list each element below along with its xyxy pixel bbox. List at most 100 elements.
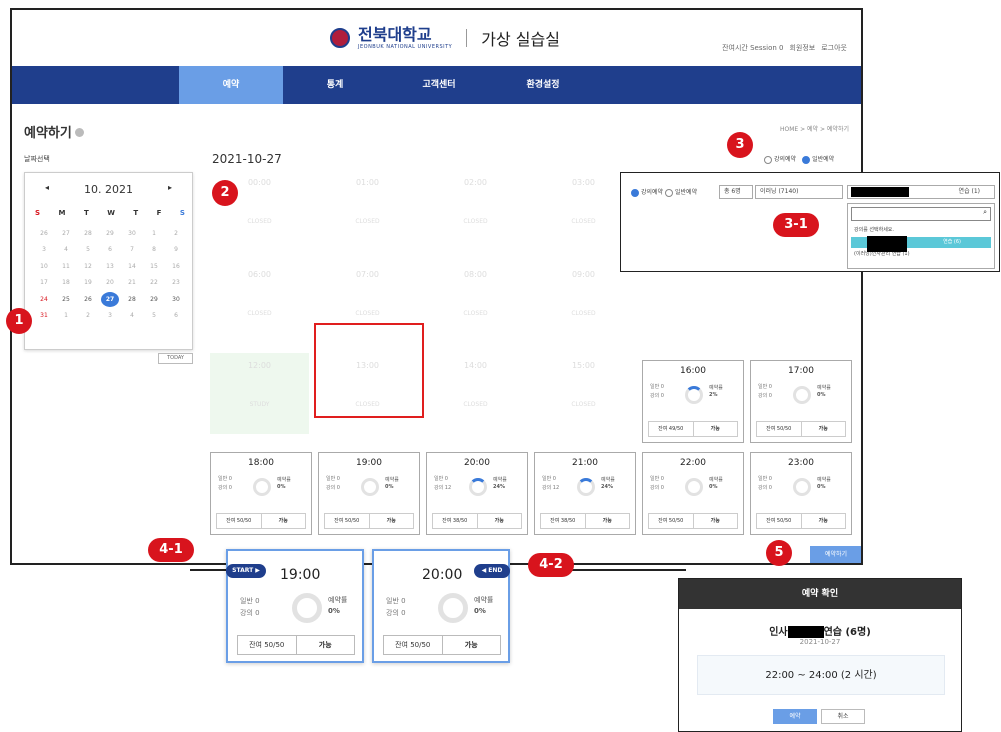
calendar-day[interactable]: 12 (79, 263, 97, 270)
available-button[interactable]: 가능 (370, 514, 414, 528)
time-slot-card[interactable]: 18:00 일반 0 강의 0 예약률 0% 잔여 50/50 가능 (210, 452, 312, 535)
calendar-day[interactable]: 15 (145, 263, 163, 270)
slot-status: CLOSED (571, 310, 596, 317)
session-link[interactable]: 잔여시간 Session 0 (722, 43, 783, 53)
reserve-button[interactable]: 예약하기 (810, 546, 861, 563)
calendar-day[interactable]: 20 (101, 279, 119, 286)
general-count: 일반 0 (386, 597, 406, 605)
calendar-day[interactable]: 28 (79, 230, 97, 237)
slot-time: 14:00 (463, 361, 488, 370)
popup-general-radio[interactable]: 일반예약 (665, 188, 697, 197)
calendar-day[interactable]: 17 (35, 279, 53, 286)
available-button[interactable]: 가능 (443, 636, 501, 654)
room-select[interactable]: 이러닝 (7140) (755, 185, 843, 199)
course-search-input[interactable]: ⌕ (851, 207, 991, 221)
calendar-day[interactable]: 24 (35, 296, 53, 303)
time-slot-card[interactable]: 21:00 일반 0 강의 12 예약률 24% 잔여 38/50 가능 (534, 452, 636, 535)
popup-lecture-radio[interactable]: 강의예약 (631, 188, 664, 197)
calendar-day[interactable]: 3 (35, 246, 53, 253)
available-button[interactable]: 가능 (694, 514, 738, 528)
calendar-day[interactable]: 5 (79, 246, 97, 253)
available-button[interactable]: 가능 (478, 514, 522, 528)
calendar-day[interactable]: 27 (57, 230, 75, 237)
calendar-day[interactable]: 30 (167, 296, 185, 303)
calendar-day[interactable]: 2 (79, 312, 97, 319)
mode-lecture-radio[interactable]: 강의예약 (764, 154, 796, 164)
calendar-day[interactable]: 26 (35, 230, 53, 237)
calendar-day[interactable]: 19 (79, 279, 97, 286)
slot-time: 07:00 (355, 270, 380, 279)
calendar-day[interactable]: 13 (101, 263, 119, 270)
calendar-day[interactable]: 31 (35, 312, 53, 319)
start-slot-card[interactable]: START ▶ 19:00 일반 0 강의 0 예약률 0% 잔여 50/50 가능 (226, 549, 364, 663)
confirm-button[interactable]: 예약 (773, 709, 817, 724)
time-slot-card[interactable]: 19:00 일반 0 강의 0 예약률 0% 잔여 50/50 가능 (318, 452, 420, 535)
lecture-count: 강의 12 (542, 485, 560, 491)
calendar-day[interactable]: 25 (57, 296, 75, 303)
calendar-day[interactable]: 22 (145, 279, 163, 286)
available-button[interactable]: 가능 (802, 514, 846, 528)
next-month-icon[interactable]: ▸ (168, 183, 172, 192)
calendar-day[interactable]: 4 (57, 246, 75, 253)
time-slot-card[interactable]: 22:00 일반 0 강의 0 예약률 0% 잔여 50/50 가능 (642, 452, 744, 535)
calendar-day[interactable]: 28 (123, 296, 141, 303)
calendar-day[interactable]: 8 (145, 246, 163, 253)
slot-time: 21:00 (572, 458, 598, 468)
nav-stats[interactable]: 통계 (283, 66, 387, 104)
calendar-day[interactable]: 6 (101, 246, 119, 253)
slot-footer: 잔여 38/50 가능 (432, 513, 522, 529)
calendar-day[interactable]: 14 (123, 263, 141, 270)
calendar-day[interactable]: 18 (57, 279, 75, 286)
slot-time: 15:00 (571, 361, 596, 370)
calendar-week: 31 1 2 3 4 5 6 (35, 308, 185, 325)
available-button[interactable]: 가능 (262, 514, 306, 528)
calendar-day[interactable]: 4 (123, 312, 141, 319)
time-slot-card[interactable]: 20:00 일반 0 강의 12 예약률 24% 잔여 38/50 가능 (426, 452, 528, 535)
available-button[interactable]: 가능 (297, 636, 355, 654)
profile-link[interactable]: 회원정보 (789, 43, 815, 53)
course-option[interactable]: 강의를 선택하세요. (851, 225, 991, 236)
available-button[interactable]: 가능 (694, 422, 738, 436)
calendar-day[interactable]: 3 (101, 312, 119, 319)
calendar-day[interactable]: 2 (167, 230, 185, 237)
calendar-day[interactable]: 1 (145, 230, 163, 237)
logout-link[interactable]: 로그아웃 (821, 43, 847, 53)
time-slot-card[interactable]: 17:00 일반 0 강의 0 예약률 0% 잔여 50/50 가능 (750, 360, 852, 443)
logo[interactable]: 전북대학교 JEONBUK NATIONAL UNIVERSITY 가상 실습실 (330, 25, 560, 50)
nav-settings[interactable]: 환경설정 (491, 66, 595, 104)
time-slot-card[interactable]: 16:00 일반 0 강의 0 예약률 2% 잔여 49/50 가능 (642, 360, 744, 443)
calendar-day[interactable]: 26 (79, 296, 97, 303)
end-slot-card[interactable]: ◀ END 20:00 일반 0 강의 0 예약률 0% 잔여 50/50 가능 (372, 549, 510, 663)
popup-lecture-label: 강의예약 (641, 189, 664, 196)
calendar-day[interactable]: 29 (101, 230, 119, 237)
calendar-day[interactable]: 23 (167, 279, 185, 286)
cancel-button[interactable]: 취소 (821, 709, 865, 724)
calendar-day[interactable]: 29 (145, 296, 163, 303)
available-button[interactable]: 가능 (586, 514, 630, 528)
help-icon[interactable] (74, 128, 84, 137)
today-button[interactable]: TODAY (158, 353, 193, 364)
calendar-day[interactable]: 30 (123, 230, 141, 237)
calendar-day[interactable]: 11 (57, 263, 75, 270)
radio-icon (665, 188, 674, 197)
calendar-day[interactable]: 7 (123, 246, 141, 253)
available-button[interactable]: 가능 (802, 422, 846, 436)
calendar-day[interactable]: 5 (145, 312, 163, 319)
calendar-week: 26 27 28 29 30 1 2 (35, 225, 185, 242)
calendar-day[interactable]: 16 (167, 263, 185, 270)
start-tag: START ▶ (226, 564, 266, 578)
calendar-day[interactable]: 10 (35, 263, 53, 270)
divider (466, 28, 468, 47)
headcount-field[interactable]: 총 6명 (719, 185, 753, 199)
calendar-day[interactable]: 1 (57, 312, 75, 319)
calendar-day[interactable]: 9 (167, 246, 185, 253)
calendar-day[interactable]: 6 (167, 312, 185, 319)
nav-reserve[interactable]: 예약 (179, 66, 283, 104)
university-subtitle: JEONBUK NATIONAL UNIVERSITY (358, 44, 453, 50)
mode-general-radio[interactable]: 일반예약 (802, 154, 834, 164)
calendar-day[interactable]: 27 (101, 291, 119, 307)
slot-time: 09:00 (571, 270, 596, 279)
nav-support[interactable]: 고객센터 (387, 66, 491, 104)
time-slot-card[interactable]: 23:00 일반 0 강의 0 예약률 0% 잔여 50/50 가능 (750, 452, 852, 535)
calendar-day[interactable]: 21 (123, 279, 141, 286)
